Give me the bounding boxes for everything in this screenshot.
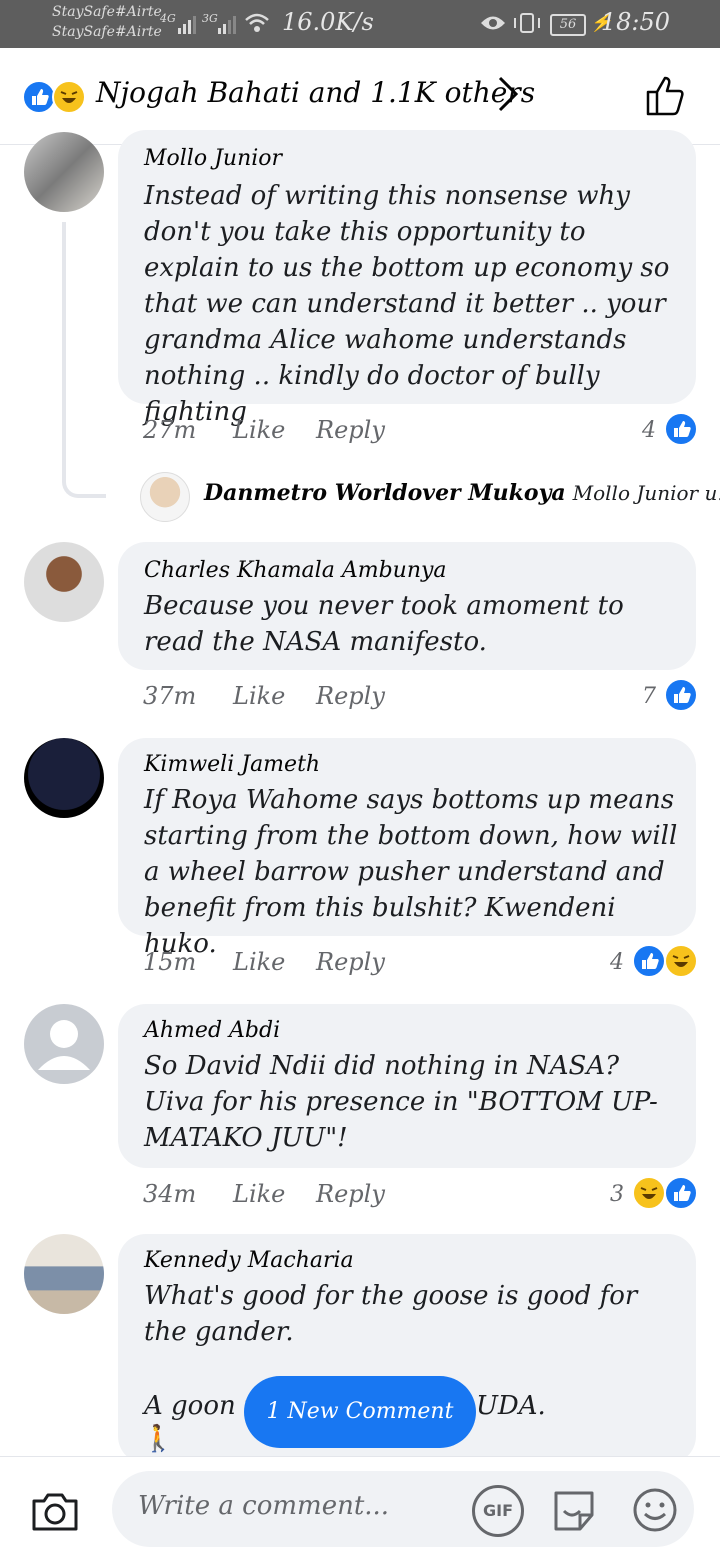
like-post-button[interactable] xyxy=(644,74,688,118)
like-reaction-icon xyxy=(664,1176,698,1210)
comment-text-partial-end: UDA. xyxy=(476,1391,546,1421)
avatar[interactable] xyxy=(140,472,190,522)
camera-icon[interactable] xyxy=(30,1489,80,1533)
comment-text: Instead of writing this nonsense why don… xyxy=(144,181,670,427)
carrier-name-1: StaySafe#Airte xyxy=(52,4,162,20)
carrier-name-2: StaySafe#Airte xyxy=(52,24,162,40)
avatar[interactable] xyxy=(24,738,104,818)
comment-bubble[interactable]: Charles Khamala Ambunya Because you neve… xyxy=(118,542,696,670)
avatar[interactable] xyxy=(24,132,104,212)
chevron-right-icon[interactable] xyxy=(496,74,520,123)
comment-time: 34m xyxy=(143,1180,197,1208)
vibrate-icon xyxy=(514,13,540,33)
haha-reaction-icon xyxy=(664,944,698,978)
avatar[interactable] xyxy=(24,1234,104,1314)
reply-comment-button[interactable]: Reply xyxy=(316,1180,385,1208)
comment-composer: Write a comment... GIF xyxy=(0,1456,720,1561)
network-type-1: 4G xyxy=(160,12,176,25)
reaction-count[interactable]: 4 xyxy=(642,418,656,443)
new-comment-button[interactable]: 1 New Comment xyxy=(244,1376,476,1448)
reaction-count[interactable]: 3 xyxy=(610,1182,624,1207)
reply-author-name: Danmetro Worldover Mukoya xyxy=(204,480,566,506)
sticker-icon[interactable] xyxy=(550,1485,600,1535)
commenter-name[interactable]: Ahmed Abdi xyxy=(144,1018,280,1043)
battery-indicator: 56 xyxy=(550,14,586,36)
comment-time: 27m xyxy=(143,416,197,444)
clock: 18:50 xyxy=(600,8,670,36)
reaction-count[interactable]: 4 xyxy=(610,950,624,975)
reply-comment-button[interactable]: Reply xyxy=(316,682,385,710)
comment-text: Because you never took amoment to read t… xyxy=(144,591,624,657)
commenter-name[interactable]: Kennedy Macharia xyxy=(144,1248,354,1273)
eye-icon xyxy=(481,16,505,30)
like-reaction-icon xyxy=(22,80,56,114)
comment-text: So David Ndii did nothing in NASA? Uiva … xyxy=(144,1051,658,1153)
comment-placeholder: Write a comment... xyxy=(138,1491,390,1521)
comment-time: 15m xyxy=(143,948,197,976)
reply-thread-line xyxy=(62,222,106,498)
reactions-summary[interactable]: Njogah Bahati and 1.1K others xyxy=(96,76,535,109)
like-comment-button[interactable]: Like xyxy=(233,948,285,976)
network-speed: 16.0K/s xyxy=(282,8,374,36)
comment-bubble[interactable]: Mollo Junior Instead of writing this non… xyxy=(118,130,696,427)
wifi-icon xyxy=(245,13,269,32)
like-reaction-icon xyxy=(664,678,698,712)
haha-reaction-icon xyxy=(632,1176,666,1210)
like-reaction-icon xyxy=(664,412,698,446)
like-reaction-icon xyxy=(632,944,666,978)
comment-time: 37m xyxy=(143,682,197,710)
walking-person-icon: 🚶 xyxy=(142,1424,175,1454)
reply-snippet: Mollo Junior u... xyxy=(572,481,720,505)
haha-reaction-icon xyxy=(52,80,86,114)
comment-bubble[interactable]: Kimweli Jameth If Roya Wahome says botto… xyxy=(118,738,696,959)
comment-input[interactable]: Write a comment... GIF xyxy=(112,1471,694,1547)
reply-comment-button[interactable]: Reply xyxy=(316,948,385,976)
avatar[interactable] xyxy=(24,542,104,622)
commenter-name[interactable]: Charles Khamala Ambunya xyxy=(144,558,447,583)
comment-bubble[interactable]: Ahmed Abdi So David Ndii did nothing in … xyxy=(118,1004,696,1168)
like-comment-button[interactable]: Like xyxy=(233,682,285,710)
status-bar: StaySafe#Airte StaySafe#Airte 4G 3G 16.0… xyxy=(0,0,720,48)
like-comment-button[interactable]: Like xyxy=(233,416,285,444)
gif-button[interactable]: GIF xyxy=(472,1485,524,1537)
emoji-icon[interactable] xyxy=(630,1485,680,1535)
like-comment-button[interactable]: Like xyxy=(233,1180,285,1208)
avatar[interactable] xyxy=(24,1004,104,1084)
reaction-count[interactable]: 7 xyxy=(642,684,656,709)
comment-text: What's good for the goose is good for th… xyxy=(144,1281,638,1347)
reply-comment-button[interactable]: Reply xyxy=(316,416,385,444)
commenter-name[interactable]: Mollo Junior xyxy=(144,146,282,171)
commenter-name[interactable]: Kimweli Jameth xyxy=(144,752,320,777)
reply-preview[interactable]: Danmetro Worldover Mukoya Mollo Junior u… xyxy=(204,480,720,506)
thumbs-up-icon xyxy=(646,76,684,116)
comment-text: If Roya Wahome says bottoms up means sta… xyxy=(144,785,678,959)
